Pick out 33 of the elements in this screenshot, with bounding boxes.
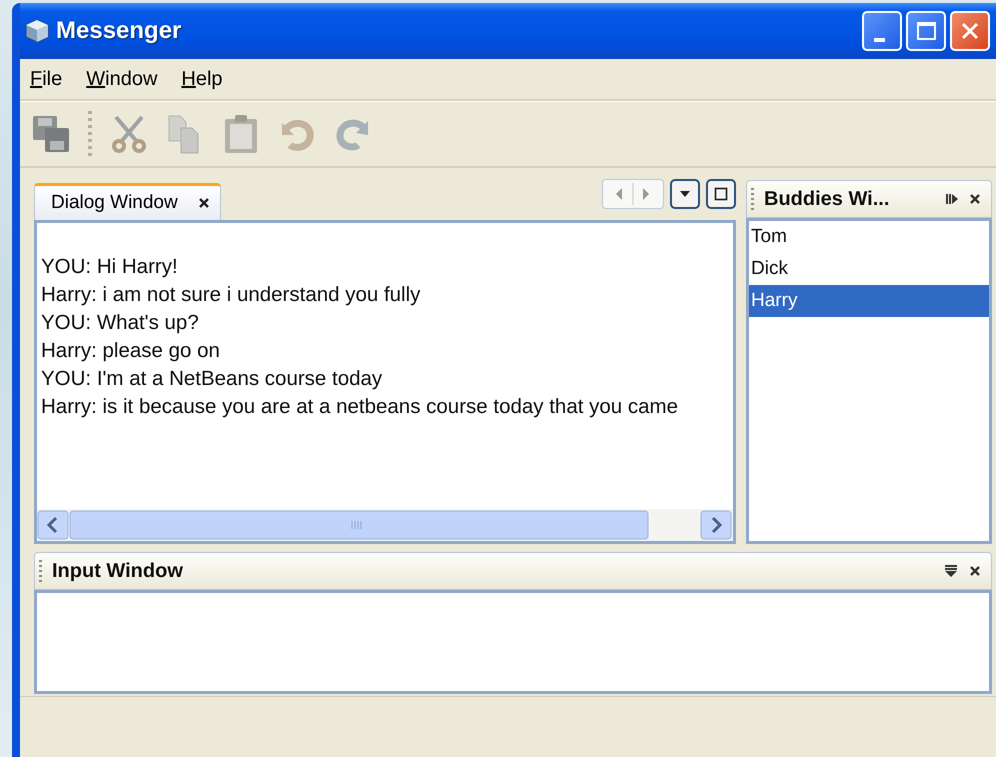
minimize-button[interactable] <box>862 11 902 51</box>
close-icon[interactable] <box>969 193 981 205</box>
minimize-icon <box>874 38 884 42</box>
chat-message: YOU: Hi Harry! <box>41 254 179 280</box>
buddy-item[interactable]: Tom <box>749 221 989 253</box>
chat-message: YOU: I'm at a NetBeans course today <box>41 366 384 392</box>
tab-scroll-buttons[interactable] <box>602 179 664 209</box>
floppy-disks-icon <box>30 113 72 155</box>
minimize-pane-icon[interactable] <box>943 564 959 578</box>
window-title: Messenger <box>56 17 182 45</box>
close-icon[interactable] <box>198 197 210 209</box>
square-icon <box>713 186 729 202</box>
chat-message: Harry: is it because you are at a netbeans course today that you came <box>41 394 679 420</box>
menu-item[interactable]: Window <box>86 68 158 90</box>
message-input[interactable] <box>34 590 992 694</box>
chat-message: YOU: What's up? <box>41 310 200 336</box>
close-icon[interactable] <box>969 565 981 577</box>
minimize-pane-icon[interactable] <box>945 192 959 206</box>
dropdown-button[interactable] <box>670 179 700 209</box>
chat-message: Harry: i am not sure i understand you fully <box>41 282 422 308</box>
menu-item[interactable]: File <box>30 68 62 90</box>
chat-message: Harry: please go on <box>41 338 221 364</box>
panel-title: Buddies Wi... <box>764 188 890 210</box>
menu-item[interactable]: Help <box>181 68 223 90</box>
maximize-pane-button[interactable] <box>706 179 736 209</box>
cube-icon <box>24 18 50 44</box>
buddy-item[interactable]: Dick <box>749 253 989 285</box>
panel-title: Input Window <box>52 560 184 582</box>
maximize-button[interactable] <box>906 11 946 51</box>
horizontal-scrollbar[interactable] <box>37 509 733 541</box>
buddy-item[interactable]: Harry <box>749 285 989 317</box>
close-button[interactable] <box>950 11 990 51</box>
dialog-tab[interactable]: Dialog Window <box>34 183 221 220</box>
